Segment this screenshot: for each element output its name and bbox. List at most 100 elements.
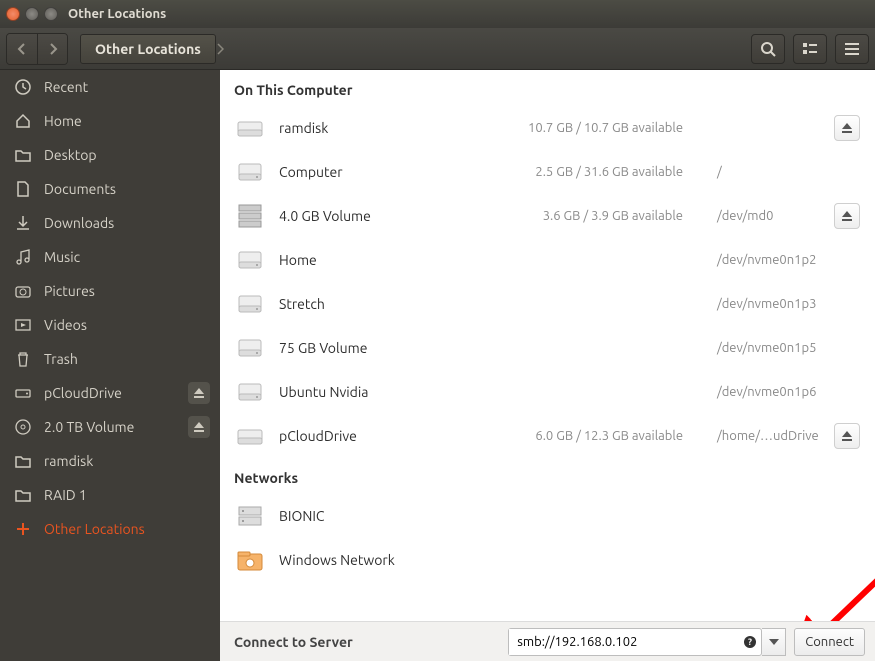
drive-row[interactable]: Computer 2.5 GB / 31.6 GB available /: [220, 150, 875, 194]
server-history-button[interactable]: [762, 628, 786, 656]
chevron-right-icon: [48, 43, 58, 55]
chevron-left-icon: [17, 43, 27, 55]
drive-row[interactable]: ramdisk 10.7 GB / 10.7 GB available: [220, 106, 875, 150]
question-icon: ?: [743, 635, 757, 649]
drive-icon: [14, 387, 32, 399]
video-icon: [14, 318, 32, 332]
sidebar-item-label: 2.0 TB Volume: [44, 419, 134, 435]
eject-button[interactable]: [188, 416, 210, 438]
server-address-input[interactable]: [509, 629, 739, 655]
network-name: BIONIC: [279, 508, 860, 524]
sidebar-item-pictures[interactable]: Pictures: [0, 274, 220, 308]
sidebar-item-ramdisk[interactable]: ramdisk: [0, 444, 220, 478]
path-segment[interactable]: Other Locations: [80, 34, 216, 64]
network-icon: [235, 501, 265, 531]
drive-icon: [235, 333, 265, 363]
drive-size: 10.7 GB / 10.7 GB available: [483, 121, 683, 135]
section-networks: Networks: [220, 458, 875, 494]
drive-path: /dev/nvme0n1p2: [697, 253, 820, 267]
drive-name: Home: [279, 252, 469, 268]
sidebar: Recent Home Desktop Documents Downloads …: [0, 70, 220, 661]
drive-row[interactable]: Ubuntu Nvidia /dev/nvme0n1p6: [220, 370, 875, 414]
drive-name: 4.0 GB Volume: [279, 208, 469, 224]
drive-name: pCloudDrive: [279, 428, 469, 444]
clock-icon: [14, 79, 32, 95]
doc-icon: [14, 181, 32, 197]
drive-icon: [235, 157, 265, 187]
sidebar-item-downloads[interactable]: Downloads: [0, 206, 220, 240]
folder-grey-icon: [14, 454, 32, 468]
drive-row[interactable]: 4.0 GB Volume 3.6 GB / 3.9 GB available …: [220, 194, 875, 238]
drive-path: /dev/nvme0n1p3: [697, 297, 820, 311]
sidebar-item-label: Pictures: [44, 283, 95, 299]
nav-forward-button[interactable]: [37, 34, 67, 64]
sidebar-item-videos[interactable]: Videos: [0, 308, 220, 342]
drive-icon: [235, 201, 265, 231]
drive-icon: [235, 113, 265, 143]
list-view-icon: [802, 42, 818, 56]
drive-icon: [235, 245, 265, 275]
view-mode-button[interactable]: [793, 34, 827, 64]
sidebar-item-pclouddrive[interactable]: pCloudDrive: [0, 376, 220, 410]
server-help-button[interactable]: ?: [739, 635, 761, 649]
path-caret-icon: [216, 43, 236, 55]
drive-row[interactable]: Stretch /dev/nvme0n1p3: [220, 282, 875, 326]
drive-size: 2.5 GB / 31.6 GB available: [483, 165, 683, 179]
drive-size: 6.0 GB / 12.3 GB available: [483, 429, 683, 443]
sidebar-item-music[interactable]: Music: [0, 240, 220, 274]
window-maximize-button[interactable]: [44, 7, 58, 21]
drive-icon: [235, 377, 265, 407]
drive-path: /dev/md0: [697, 209, 820, 223]
sidebar-item-documents[interactable]: Documents: [0, 172, 220, 206]
connect-to-server-bar: Connect to Server ? Connect: [220, 621, 875, 661]
window-close-button[interactable]: [6, 7, 20, 21]
sidebar-item-label: Documents: [44, 181, 116, 197]
window-minimize-button[interactable]: [25, 7, 39, 21]
sidebar-item-other-locations[interactable]: Other Locations: [0, 512, 220, 546]
eject-button[interactable]: [834, 115, 860, 141]
drive-name: ramdisk: [279, 120, 469, 136]
sidebar-item-trash[interactable]: Trash: [0, 342, 220, 376]
sidebar-item-raid-1[interactable]: RAID 1: [0, 478, 220, 512]
sidebar-item-recent[interactable]: Recent: [0, 70, 220, 104]
eject-button[interactable]: [834, 423, 860, 449]
drive-name: 75 GB Volume: [279, 340, 469, 356]
section-on-this-computer: On This Computer: [220, 70, 875, 106]
drive-row[interactable]: pCloudDrive 6.0 GB / 12.3 GB available /…: [220, 414, 875, 458]
search-icon: [760, 41, 776, 57]
sidebar-item-label: RAID 1: [44, 487, 87, 503]
search-button[interactable]: [751, 34, 785, 64]
main-panel: On This Computer ramdisk 10.7 GB / 10.7 …: [220, 70, 875, 661]
hamburger-menu-button[interactable]: [835, 34, 869, 64]
sidebar-item-label: Music: [44, 249, 80, 265]
sidebar-item-label: Other Locations: [44, 521, 145, 537]
caret-down-icon: [769, 639, 779, 645]
network-row[interactable]: Windows Network: [220, 538, 875, 582]
sidebar-item-label: pCloudDrive: [44, 385, 122, 401]
window-title: Other Locations: [68, 7, 166, 21]
connect-button[interactable]: Connect: [794, 628, 865, 656]
folder-icon: [14, 148, 32, 162]
sidebar-item-2-0-tb-volume[interactable]: 2.0 TB Volume: [0, 410, 220, 444]
drive-row[interactable]: 75 GB Volume /dev/nvme0n1p5: [220, 326, 875, 370]
sidebar-item-label: Desktop: [44, 147, 97, 163]
drive-row[interactable]: Home /dev/nvme0n1p2: [220, 238, 875, 282]
drive-icon: [235, 289, 265, 319]
download-icon: [14, 215, 32, 231]
camera-icon: [14, 284, 32, 298]
music-icon: [14, 249, 32, 265]
sidebar-item-label: Downloads: [44, 215, 114, 231]
eject-button[interactable]: [834, 203, 860, 229]
nav-back-button[interactable]: [7, 34, 37, 64]
eject-button[interactable]: [188, 382, 210, 404]
network-row[interactable]: BIONIC: [220, 494, 875, 538]
window-titlebar: Other Locations: [0, 0, 875, 28]
drive-path: /: [697, 165, 820, 179]
trash-icon: [14, 351, 32, 367]
sidebar-item-home[interactable]: Home: [0, 104, 220, 138]
connect-label: Connect to Server: [234, 634, 500, 650]
drive-name: Computer: [279, 164, 469, 180]
sidebar-item-desktop[interactable]: Desktop: [0, 138, 220, 172]
home-icon: [14, 113, 32, 129]
folder-grey-icon: [14, 488, 32, 502]
